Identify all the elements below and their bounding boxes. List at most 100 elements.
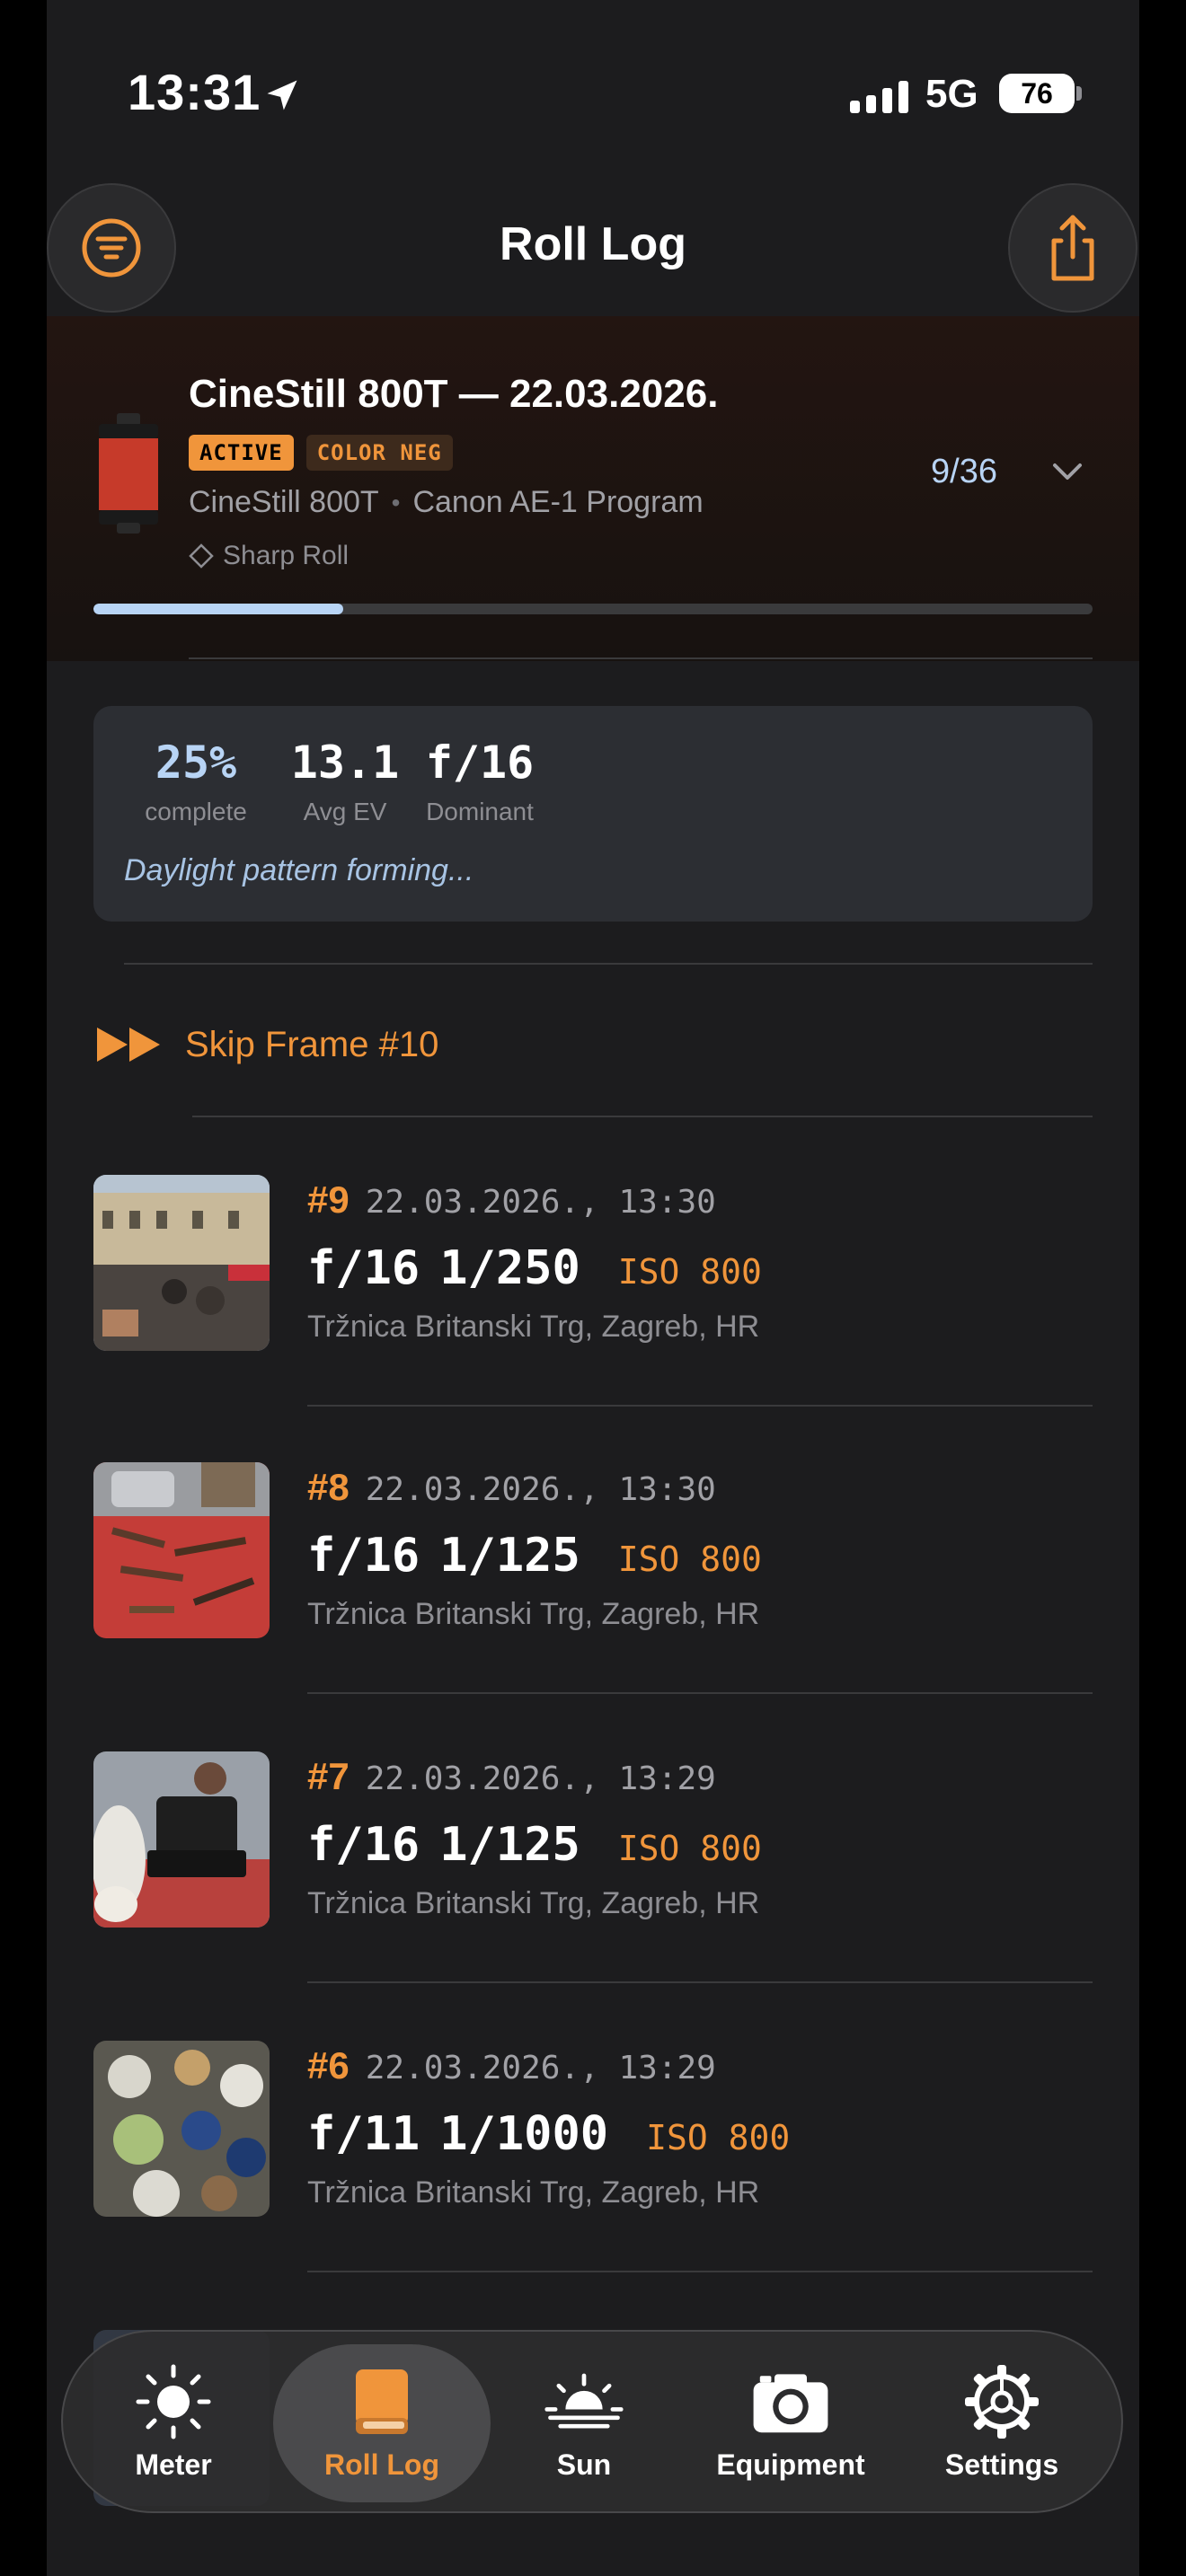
frame-meta: #7 22.03.2026., 13:29 (307, 1755, 716, 1798)
frame-aperture: f/16 (307, 1818, 420, 1872)
frame-count: 9/36 (931, 453, 997, 490)
divider (192, 1116, 1093, 1117)
film-canister-icon (99, 413, 158, 534)
frame-iso: ISO 800 (617, 1252, 762, 1292)
tab-bar: Meter Roll Log Sun Equipment Settings (61, 2330, 1123, 2513)
stat-avg-ev-label: Avg EV (303, 798, 387, 825)
frame-thumbnail (93, 2041, 270, 2217)
tab-settings[interactable]: Settings (916, 2332, 1087, 2515)
tab-settings-label: Settings (944, 2448, 1059, 2481)
frame-aperture: f/11 (307, 2107, 420, 2161)
stats-card: 25% complete 13.1 Avg EV f/16 Dominant D… (93, 706, 1093, 922)
roll-progress-bar (93, 604, 1093, 614)
divider (307, 1981, 1093, 1983)
tag-diamond-icon (189, 543, 214, 569)
divider (307, 1692, 1093, 1694)
status-time: 13:31 (128, 64, 261, 120)
divider (307, 2271, 1093, 2272)
frame-row[interactable]: #8 22.03.2026., 13:30 f/16 1/125 ISO 800… (93, 1462, 1093, 1642)
frame-exposure: f/11 1/1000 ISO 800 (307, 2107, 790, 2161)
battery-tip (1076, 86, 1082, 101)
frame-row[interactable]: #9 22.03.2026., 13:30 f/16 1/250 ISO 800… (93, 1175, 1093, 1354)
stat-dominant-label: Dominant (426, 798, 534, 825)
frame-shutter: 1/125 (439, 1529, 580, 1583)
stat-dominant-value: f/16 (425, 737, 535, 789)
roll-tag: Sharp Roll (189, 541, 349, 571)
signal-icon (850, 81, 908, 113)
frame-shutter: 1/1000 (439, 2107, 609, 2161)
roll-subtitle: CineStill 800T • Canon AE-1 Program (189, 485, 704, 520)
network-label: 5G (925, 72, 978, 116)
frame-aperture: f/16 (307, 1529, 420, 1583)
frame-number: #7 (307, 1755, 350, 1797)
camera-name: Canon AE-1 Program (412, 485, 704, 519)
stat-avg-ev-value: 13.1 (290, 737, 400, 789)
sunset-icon (544, 2366, 624, 2438)
stat-complete-value: 25% (155, 737, 237, 789)
tab-roll-log-label: Roll Log (324, 2448, 439, 2481)
frame-exposure: f/16 1/250 ISO 800 (307, 1241, 762, 1295)
stat-avg-ev: 13.1 Avg EV (273, 737, 417, 826)
divider (124, 963, 1093, 965)
frame-meta: #6 22.03.2026., 13:29 (307, 2044, 716, 2087)
frame-location: Tržnica Britanski Trg, Zagreb, HR (307, 2175, 760, 2210)
frame-thumbnail (93, 1751, 270, 1928)
frame-number: #8 (307, 1466, 350, 1508)
camera-icon (750, 2366, 831, 2438)
frame-meta: #8 22.03.2026., 13:30 (307, 1466, 716, 1509)
frame-shutter: 1/125 (439, 1818, 580, 1872)
separator-dot: • (391, 488, 401, 516)
roll-title: CineStill 800T — 22.03.2026. (189, 372, 719, 416)
pattern-insight: Daylight pattern forming... (124, 853, 474, 887)
sun-icon (133, 2364, 214, 2439)
frame-datetime: 22.03.2026., 13:29 (365, 1760, 716, 1797)
frame-datetime: 22.03.2026., 13:30 (365, 1184, 716, 1221)
frame-meta: #9 22.03.2026., 13:30 (307, 1178, 716, 1222)
frame-number: #6 (307, 2044, 350, 2086)
stat-dominant: f/16 Dominant (408, 737, 552, 826)
stat-complete-label: complete (145, 798, 247, 825)
frame-location: Tržnica Britanski Trg, Zagreb, HR (307, 1886, 760, 1920)
film-type-badge: COLOR NEG (305, 435, 453, 471)
battery-icon: 76 (999, 74, 1075, 113)
skip-frame-button[interactable]: Skip Frame #10 (93, 1011, 438, 1078)
frame-location: Tržnica Britanski Trg, Zagreb, HR (307, 1310, 760, 1344)
share-icon (1051, 215, 1094, 281)
tab-equipment[interactable]: Equipment (692, 2332, 890, 2515)
tab-sun[interactable]: Sun (503, 2332, 665, 2515)
status-bar: 13:31 5G 76 (0, 0, 1186, 180)
frame-thumbnail (93, 1175, 270, 1351)
frame-datetime: 22.03.2026., 13:30 (365, 1471, 716, 1508)
frame-thumbnail (93, 1462, 270, 1638)
frame-iso: ISO 800 (617, 1829, 762, 1868)
divider (189, 657, 1093, 659)
frame-exposure: f/16 1/125 ISO 800 (307, 1818, 762, 1872)
frame-row[interactable]: #7 22.03.2026., 13:29 f/16 1/125 ISO 800… (93, 1751, 1093, 1931)
frame-datetime: 22.03.2026., 13:29 (365, 2050, 716, 2086)
frame-shutter: 1/250 (439, 1241, 580, 1295)
status-badge-active: ACTIVE (189, 435, 294, 471)
share-button[interactable] (1008, 183, 1137, 313)
frame-location: Tržnica Britanski Trg, Zagreb, HR (307, 1597, 760, 1631)
roll-tag-label: Sharp Roll (223, 541, 350, 570)
divider (307, 1405, 1093, 1407)
frame-row[interactable]: #6 22.03.2026., 13:29 f/11 1/1000 ISO 80… (93, 2041, 1093, 2220)
book-icon (341, 2366, 422, 2438)
chevron-down-icon[interactable] (1051, 460, 1084, 485)
roll-progress-fill (93, 604, 343, 614)
frame-iso: ISO 800 (646, 2118, 791, 2157)
frame-exposure: f/16 1/125 ISO 800 (307, 1529, 762, 1583)
tab-sun-label: Sun (556, 2448, 612, 2481)
tab-meter[interactable]: Meter (97, 2332, 250, 2515)
frame-aperture: f/16 (307, 1241, 420, 1295)
gear-icon (961, 2364, 1042, 2439)
skip-frame-label: Skip Frame #10 (185, 1024, 439, 1064)
frame-iso: ISO 800 (617, 1539, 762, 1579)
roll-badges: ACTIVE COLOR NEG (189, 435, 453, 471)
tab-roll-log[interactable]: Roll Log (288, 2332, 476, 2515)
location-arrow-icon (267, 80, 297, 110)
tab-equipment-label: Equipment (716, 2448, 865, 2481)
frame-number: #9 (307, 1178, 350, 1221)
film-name: CineStill 800T (189, 485, 379, 519)
fast-forward-icon (97, 1028, 160, 1062)
